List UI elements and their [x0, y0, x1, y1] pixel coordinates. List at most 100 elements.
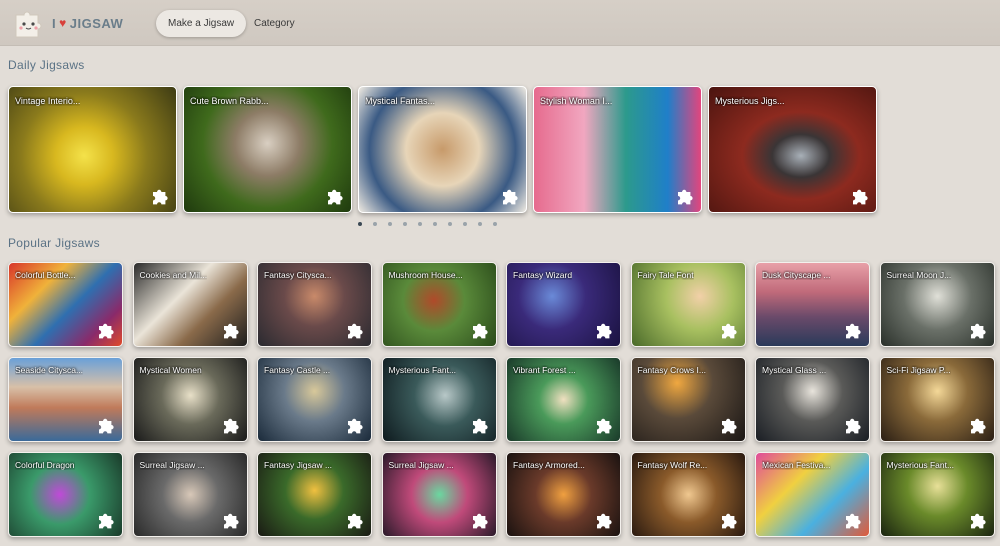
daily-jigsaw-title: Stylish Woman I...	[540, 96, 613, 106]
carousel-dot[interactable]	[418, 222, 422, 226]
popular-jigsaw-card[interactable]: Sci-Fi Jigsaw P...	[879, 357, 995, 442]
carousel-dot[interactable]	[373, 222, 377, 226]
daily-carousel: Vintage Interio... Cute Brown Rabb... Myst…	[8, 86, 878, 213]
carousel-dot[interactable]	[478, 222, 482, 226]
popular-jigsaw-title: Vibrant Forest ...	[513, 365, 576, 375]
popular-jigsaw-title: Mystical Women	[139, 365, 202, 375]
carousel-dot[interactable]	[403, 222, 407, 226]
top-header: I ♥ JIGSAW Make a Jigsaw Category	[0, 0, 1000, 46]
puzzle-piece-icon	[675, 187, 695, 207]
popular-jigsaw-title: Surreal Jigsaw ...	[139, 460, 205, 470]
puzzle-piece-icon	[221, 416, 241, 436]
popular-jigsaw-card[interactable]: Mexican Festiva...	[755, 452, 870, 537]
logo-prefix: I	[52, 15, 57, 31]
nav-category[interactable]: Category	[242, 10, 307, 37]
popular-jigsaw-title: Fantasy Jigsaw ...	[264, 460, 333, 470]
daily-jigsaw-title: Mysterious Jigs...	[715, 96, 785, 106]
popular-jigsaw-card[interactable]: Fantasy Crows I...	[630, 357, 746, 442]
puzzle-piece-icon	[345, 321, 365, 341]
popular-jigsaw-card[interactable]: Surreal Jigsaw ...	[132, 452, 248, 537]
carousel-dot[interactable]	[358, 222, 362, 226]
nav-make-a-jigsaw[interactable]: Make a Jigsaw	[156, 10, 247, 37]
popular-jigsaw-card[interactable]: Surreal Moon J...	[879, 262, 995, 347]
puzzle-piece-icon	[96, 321, 116, 341]
puzzle-piece-icon	[470, 511, 490, 531]
popular-jigsaw-card[interactable]: Fantasy Armored...	[506, 452, 621, 537]
puzzle-piece-icon	[345, 416, 365, 436]
heart-icon: ♥	[59, 16, 67, 30]
popular-jigsaw-title: Sci-Fi Jigsaw P...	[886, 365, 951, 375]
puzzle-piece-icon	[719, 321, 739, 341]
popular-jigsaw-title: Dusk Cityscape ...	[762, 270, 831, 280]
daily-jigsaw-card[interactable]: Vintage Interio...	[8, 86, 177, 213]
puzzle-piece-icon	[150, 187, 170, 207]
popular-jigsaw-title: Colorful Dragon	[15, 460, 75, 470]
popular-jigsaw-title: Fantasy Castle ...	[264, 365, 331, 375]
popular-jigsaw-card[interactable]: Fantasy Jigsaw ...	[257, 452, 372, 537]
puzzle-piece-icon	[470, 416, 490, 436]
daily-jigsaw-card[interactable]: Mystical Fantas...	[358, 86, 527, 213]
carousel-dot[interactable]	[433, 222, 437, 226]
carousel-dot[interactable]	[493, 222, 497, 226]
popular-jigsaw-title: Mystical Glass ...	[762, 365, 827, 375]
carousel-dot[interactable]	[448, 222, 452, 226]
daily-jigsaw-card[interactable]: Mysterious Jigs...	[708, 86, 877, 213]
puzzle-face-icon	[12, 7, 48, 39]
popular-jigsaw-title: Mysterious Fant...	[388, 365, 457, 375]
site-logo[interactable]: I ♥ JIGSAW	[12, 6, 124, 40]
popular-jigsaw-card[interactable]: Cookies and Mil...	[132, 262, 248, 347]
popular-jigsaw-title: Mushroom House...	[388, 270, 463, 280]
popular-jigsaw-card[interactable]: Fantasy Wizard	[506, 262, 621, 347]
daily-jigsaw-title: Mystical Fantas...	[365, 96, 436, 106]
puzzle-piece-icon	[221, 321, 241, 341]
carousel-dot[interactable]	[388, 222, 392, 226]
popular-jigsaw-title: Mysterious Fant...	[886, 460, 955, 470]
popular-jigsaw-card[interactable]: Surreal Jigsaw ...	[381, 452, 497, 537]
puzzle-piece-icon	[850, 187, 870, 207]
puzzle-piece-icon	[719, 511, 739, 531]
popular-jigsaw-card[interactable]: Fairy Tale Font	[630, 262, 746, 347]
puzzle-piece-icon	[96, 511, 116, 531]
popular-jigsaw-card[interactable]: Dusk Cityscape ...	[755, 262, 870, 347]
puzzle-piece-icon	[96, 416, 116, 436]
popular-jigsaw-card[interactable]: Colorful Dragon	[8, 452, 123, 537]
popular-jigsaw-title: Surreal Jigsaw ...	[388, 460, 454, 470]
popular-jigsaw-card[interactable]: Mushroom House...	[381, 262, 497, 347]
puzzle-piece-icon	[968, 416, 988, 436]
popular-jigsaw-card[interactable]: Vibrant Forest ...	[506, 357, 621, 442]
popular-jigsaw-card[interactable]: Fantasy Castle ...	[257, 357, 372, 442]
popular-jigsaw-title: Fantasy Crows I...	[637, 365, 707, 375]
daily-jigsaw-card[interactable]: Cute Brown Rabb...	[183, 86, 352, 213]
popular-jigsaw-card[interactable]: Seaside Citysca...	[8, 357, 123, 442]
popular-jigsaw-card[interactable]: Mystical Women	[132, 357, 248, 442]
popular-jigsaw-card[interactable]: Fantasy Citysca...	[257, 262, 372, 347]
puzzle-piece-icon	[345, 511, 365, 531]
popular-jigsaw-card[interactable]: Colorful Bottle...	[8, 262, 123, 347]
popular-jigsaw-title: Cookies and Mil...	[139, 270, 208, 280]
carousel-dots	[358, 222, 497, 228]
puzzle-piece-icon	[500, 187, 520, 207]
puzzle-piece-icon	[968, 321, 988, 341]
popular-jigsaw-card[interactable]: Mystical Glass ...	[755, 357, 870, 442]
popular-jigsaw-title: Fairy Tale Font	[637, 270, 694, 280]
popular-jigsaw-title: Fantasy Armored...	[513, 460, 585, 470]
popular-jigsaw-title: Colorful Bottle...	[15, 270, 76, 280]
popular-jigsaw-card[interactable]: Mysterious Fant...	[381, 357, 497, 442]
puzzle-piece-icon	[325, 187, 345, 207]
popular-jigsaw-card[interactable]: Mysterious Fant...	[879, 452, 995, 537]
popular-jigsaw-title: Mexican Festiva...	[762, 460, 831, 470]
puzzle-piece-icon	[594, 511, 614, 531]
popular-jigsaw-title: Fantasy Wizard	[513, 270, 573, 280]
carousel-dot[interactable]	[463, 222, 467, 226]
puzzle-piece-icon	[843, 511, 863, 531]
daily-jigsaw-card[interactable]: Stylish Woman I...	[533, 86, 702, 213]
daily-jigsaw-title: Cute Brown Rabb...	[190, 96, 269, 106]
daily-section-title: Daily Jigsaws	[8, 58, 85, 72]
logo-wordmark: JIGSAW	[69, 15, 124, 31]
popular-jigsaw-title: Surreal Moon J...	[886, 270, 952, 280]
popular-jigsaw-title: Fantasy Wolf Re...	[637, 460, 708, 470]
puzzle-piece-icon	[594, 416, 614, 436]
popular-jigsaw-card[interactable]: Fantasy Wolf Re...	[630, 452, 746, 537]
puzzle-piece-icon	[843, 416, 863, 436]
puzzle-piece-icon	[843, 321, 863, 341]
